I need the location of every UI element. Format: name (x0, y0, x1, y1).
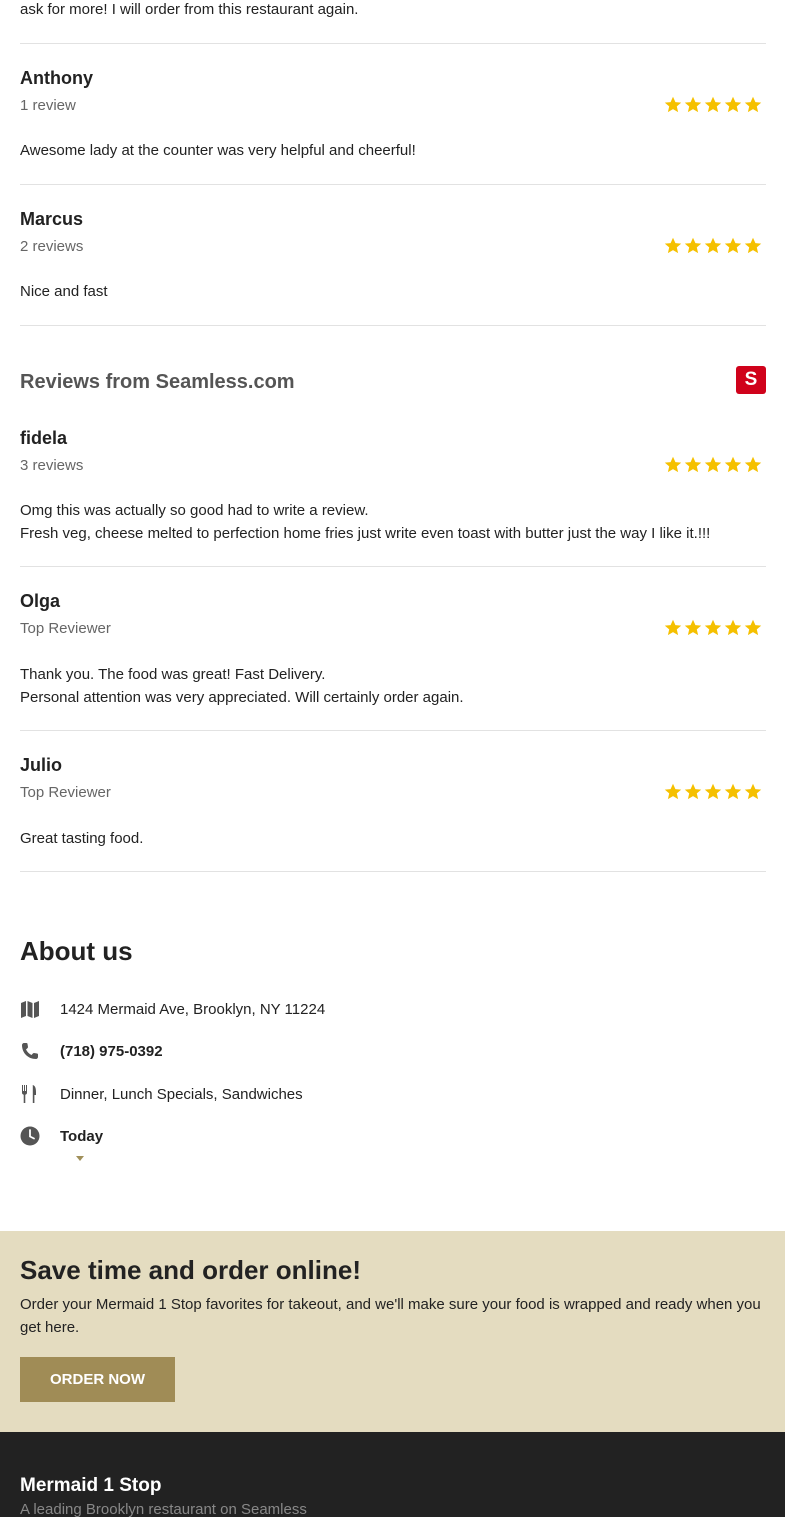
star-rating (664, 783, 764, 801)
clock-icon (20, 1126, 40, 1146)
reviewer-meta: 3 reviews (20, 457, 84, 474)
reviewer-meta: 2 reviews (20, 238, 84, 255)
review-text: Awesome lady at the counter was very hel… (20, 140, 416, 163)
star-icon (704, 96, 724, 114)
star-rating (664, 456, 764, 474)
review-text-line: Omg this was actually so good had to wri… (20, 502, 369, 519)
address-text[interactable]: 1424 Mermaid Ave, Brooklyn, NY 11224 (60, 1001, 325, 1018)
reviewer-meta: 1 review (20, 97, 76, 114)
review-card: Julio Top Reviewer Great tasting food. (20, 753, 766, 871)
review-text-line: Great tasting food. (20, 830, 144, 847)
star-icon (684, 619, 704, 637)
address-row: 1424 Mermaid Ave, Brooklyn, NY 11224 (20, 997, 325, 1021)
hours-row[interactable]: Today (20, 1124, 103, 1148)
star-icon (684, 237, 704, 255)
review-text-line: Awesome lady at the counter was very hel… (20, 142, 416, 159)
review-text: Nice and fast (20, 281, 108, 304)
review-card: Anthony 1 review Awesome lady at the cou… (20, 66, 766, 184)
star-icon (744, 237, 764, 255)
map-icon (20, 999, 40, 1019)
star-icon (704, 456, 724, 474)
review-text-line: Personal attention was very appreciated.… (20, 688, 464, 706)
reviewer-name: fidela (20, 428, 68, 448)
reviewer-meta: Top Reviewer (20, 620, 111, 637)
star-icon (664, 96, 684, 114)
order-now-button[interactable]: ORDER NOW (20, 1357, 175, 1402)
reviewer-meta: Top Reviewer (20, 784, 111, 801)
star-icon (684, 456, 704, 474)
divider (20, 730, 766, 731)
review-text-line: Thank you. The food was great! Fast Deli… (20, 666, 326, 683)
review-card: fidela 3 reviews Omg this was actually s… (20, 426, 766, 566)
divider (20, 184, 766, 185)
divider (20, 325, 766, 326)
divider (20, 871, 766, 872)
cuisine-row: Dinner, Lunch Specials, Sandwiches (20, 1082, 303, 1106)
reviewer-name: Olga (20, 591, 61, 611)
cta-text: Order your Mermaid 1 Stop favorites for … (20, 1296, 761, 1336)
star-icon (724, 619, 744, 637)
star-icon (704, 783, 724, 801)
chevron-down-icon[interactable] (76, 1156, 84, 1161)
star-icon (704, 237, 724, 255)
star-icon (724, 783, 744, 801)
footer-title: Mermaid 1 Stop (20, 1475, 162, 1496)
star-rating (664, 619, 764, 637)
seamless-logo-icon[interactable]: S (736, 366, 766, 394)
review-text: Omg this was actually so good had to wri… (20, 500, 710, 545)
star-icon (704, 619, 724, 637)
star-icon (724, 237, 744, 255)
review-text-line: Fresh veg, cheese melted to perfection h… (20, 524, 711, 542)
star-icon (724, 96, 744, 114)
utensils-icon (20, 1084, 40, 1104)
order-online-banner: Save time and order online! Order your M… (0, 1231, 785, 1432)
star-icon (744, 96, 764, 114)
about-title: About us (20, 936, 133, 966)
cuisine-text: Dinner, Lunch Specials, Sandwiches (60, 1085, 303, 1103)
star-icon (664, 237, 684, 255)
phone-link[interactable]: (718) 975-0392 (60, 1043, 163, 1060)
divider (20, 566, 766, 567)
phone-row: (718) 975-0392 (20, 1039, 163, 1063)
seamless-reviews-header: Reviews from Seamless.com S (20, 366, 766, 396)
review-text: Thank you. The food was great! Fast Deli… (20, 664, 464, 709)
star-icon (664, 619, 684, 637)
section-title: Reviews from Seamless.com (20, 371, 295, 393)
reviewer-name: Anthony (20, 68, 93, 88)
reviewer-name: Julio (20, 755, 63, 775)
star-icon (664, 783, 684, 801)
reviewer-name: Marcus (20, 209, 84, 229)
star-icon (744, 783, 764, 801)
partial-review-text: ask for more! I will order from this res… (20, 1, 359, 18)
star-icon (724, 456, 744, 474)
hours-label[interactable]: Today (60, 1128, 103, 1145)
star-icon (744, 456, 764, 474)
footer-subtitle: A leading Brooklyn restaurant on Seamles… (20, 1501, 307, 1517)
review-text-line: Nice and fast (20, 283, 108, 300)
divider (20, 43, 766, 44)
phone-icon (20, 1041, 40, 1061)
star-icon (664, 456, 684, 474)
review-card: Olga Top Reviewer Thank you. The food wa… (20, 589, 766, 730)
star-icon (744, 619, 764, 637)
review-text: Great tasting food. (20, 828, 143, 851)
review-card: Marcus 2 reviews Nice and fast (20, 207, 766, 325)
star-icon (684, 96, 704, 114)
star-rating (664, 96, 764, 114)
cta-title: Save time and order online! (20, 1255, 361, 1285)
star-icon (684, 783, 704, 801)
star-rating (664, 237, 764, 255)
footer: Mermaid 1 Stop A leading Brooklyn restau… (0, 1432, 785, 1517)
